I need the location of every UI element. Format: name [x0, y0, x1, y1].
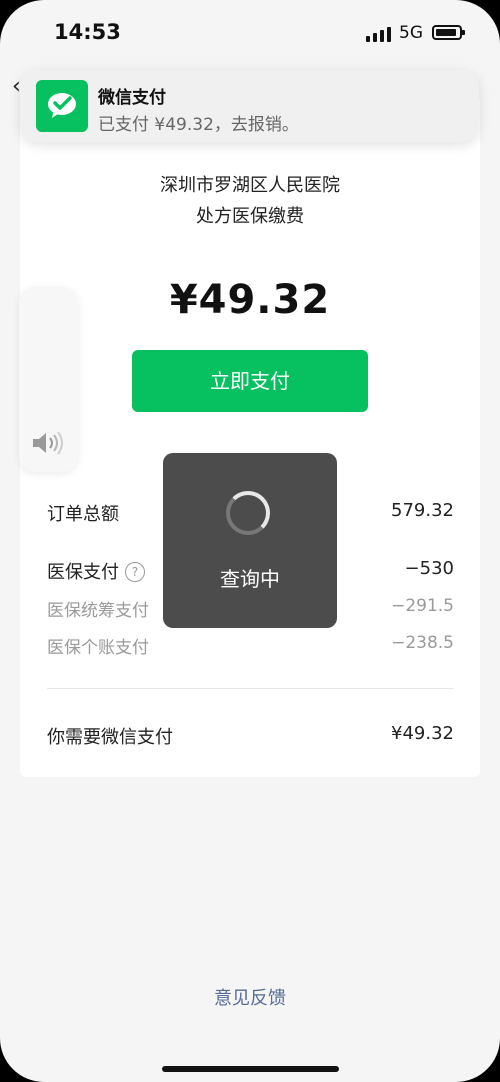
notification-message: 已支付 ¥49.32，去报销。 [98, 115, 299, 135]
need-pay-label: 你需要微信支付 [47, 727, 173, 748]
network-label: 5G [399, 23, 423, 43]
divider [47, 688, 454, 689]
battery-icon [432, 25, 465, 40]
feedback-link[interactable]: 意见反馈 [0, 984, 500, 1010]
wechat-pay-icon [36, 80, 88, 132]
insurance-value: −530 [404, 558, 454, 579]
payee-info: 深圳市罗湖区人民医院 处方医保缴费 [0, 170, 500, 232]
volume-hud[interactable] [19, 287, 78, 472]
pooled-label: 医保统筹支付 [47, 601, 149, 621]
need-pay-value: ¥49.32 [391, 723, 454, 744]
order-total-label: 订单总额 [47, 504, 119, 525]
loading-spinner-icon [226, 491, 270, 535]
notification-banner[interactable]: 微信支付 已支付 ¥49.32，去报销。 [20, 70, 479, 142]
status-time: 14:53 [54, 20, 121, 44]
pay-now-button[interactable]: 立即支付 [132, 350, 368, 412]
status-bar: 14:53 5G [0, 0, 500, 66]
order-total-value: 579.32 [391, 500, 454, 521]
phone-screen: 14:53 5G ‹ 深圳市罗湖区人民医院 处方医保缴费 ¥49.32 立即支付… [0, 0, 500, 1082]
speaker-icon [33, 431, 63, 455]
payee-name: 深圳市罗湖区人民医院 [160, 175, 340, 196]
payment-purpose: 处方医保缴费 [196, 206, 304, 227]
personal-account-value: −238.5 [391, 633, 454, 653]
home-indicator[interactable] [162, 1066, 339, 1072]
notification-title: 微信支付 [98, 88, 166, 108]
loading-toast: 查询中 [163, 453, 337, 628]
question-circle-icon[interactable]: ? [125, 562, 145, 582]
signal-icon [366, 26, 392, 42]
personal-account-label: 医保个账支付 [47, 638, 149, 658]
pooled-value: −291.5 [391, 596, 454, 616]
loading-text: 查询中 [220, 567, 280, 591]
insurance-label: 医保支付 [47, 562, 119, 583]
